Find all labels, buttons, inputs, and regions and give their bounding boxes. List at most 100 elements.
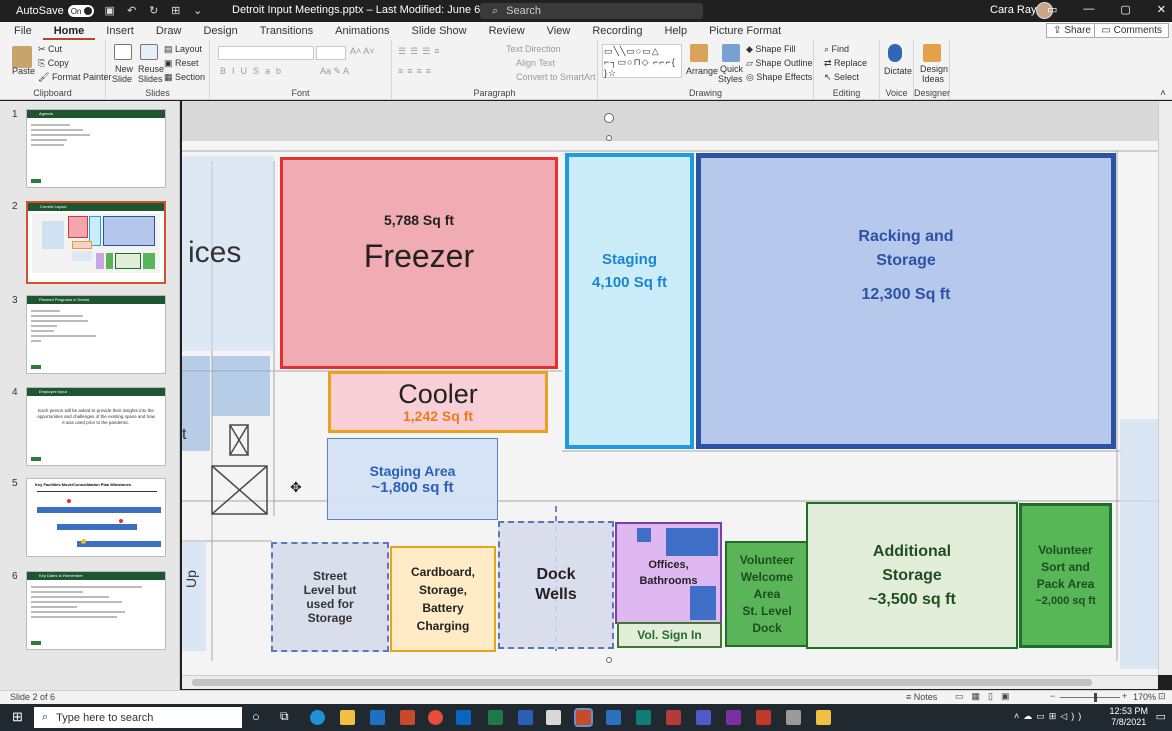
reuse-label-2[interactable]: Slides bbox=[138, 74, 163, 84]
dictate-button[interactable]: Dictate bbox=[884, 66, 912, 76]
tab-review[interactable]: Review bbox=[478, 22, 536, 40]
zoom-slider[interactable] bbox=[1060, 697, 1120, 698]
slide-thumbnail-2[interactable]: Current Layout bbox=[26, 201, 166, 284]
word-icon[interactable] bbox=[518, 710, 533, 725]
view-buttons[interactable]: ▭▦▯▣ bbox=[955, 691, 1017, 702]
tab-animations[interactable]: Animations bbox=[324, 22, 400, 40]
ribbon-display-icon[interactable]: ▭ bbox=[1047, 3, 1057, 16]
resize-handle[interactable] bbox=[606, 135, 612, 141]
align-buttons[interactable]: ≡≡≡≡ bbox=[398, 66, 435, 76]
horizontal-scrollbar[interactable] bbox=[182, 675, 1158, 689]
zoom-in-icon[interactable]: + bbox=[1122, 691, 1127, 701]
copy-button[interactable]: ⎘ Copy bbox=[38, 58, 69, 69]
slide-thumbnail-6[interactable]: Key Dates to Remember bbox=[26, 571, 166, 650]
app-icon[interactable] bbox=[786, 710, 801, 725]
replace-button[interactable]: ⇄ Replace bbox=[824, 58, 867, 69]
reset-button[interactable]: ▣ Reset bbox=[164, 58, 199, 69]
shape-effects-button[interactable]: ◎ Shape Effects bbox=[746, 72, 812, 83]
zoom-slider-thumb[interactable] bbox=[1094, 693, 1097, 702]
format-painter-button[interactable]: 🖌 Format Painter bbox=[38, 72, 111, 83]
teams-icon[interactable] bbox=[696, 710, 711, 725]
store-icon[interactable] bbox=[546, 710, 561, 725]
fit-slide-icon[interactable]: ⊡ bbox=[1158, 691, 1166, 702]
design-ideas-label-1[interactable]: Design bbox=[920, 64, 948, 74]
find-button[interactable]: ⌕ Find bbox=[824, 44, 849, 55]
shape-outline-button[interactable]: ▱ Shape Outline bbox=[746, 58, 812, 69]
sort-pack-zone[interactable]: Volunteer Sort and Pack Area ~2,000 sq f… bbox=[1019, 503, 1112, 648]
taskbar-search[interactable]: ⌕ Type here to search bbox=[34, 707, 242, 728]
quick-styles-label-1[interactable]: Quick bbox=[720, 64, 743, 74]
internet-explorer-icon[interactable] bbox=[370, 710, 385, 725]
tab-help[interactable]: Help bbox=[653, 22, 698, 40]
volunteer-welcome-zone[interactable]: Volunteer Welcome Area St. Level Dock bbox=[725, 541, 809, 647]
vertical-scrollbar[interactable] bbox=[1158, 101, 1172, 675]
access-icon[interactable] bbox=[666, 710, 681, 725]
additional-storage-zone[interactable]: Additional Storage ~3,500 sq ft bbox=[806, 502, 1018, 649]
reuse-slides-icon[interactable] bbox=[140, 44, 158, 60]
publisher-icon[interactable] bbox=[636, 710, 651, 725]
notes-button[interactable]: ≡ Notes bbox=[906, 692, 937, 702]
microphone-icon[interactable] bbox=[888, 44, 902, 62]
autosave[interactable]: AutoSave On bbox=[16, 5, 94, 17]
tab-home[interactable]: Home bbox=[42, 22, 96, 40]
staging-zone[interactable]: Staging 4,100 Sq ft bbox=[565, 153, 694, 449]
dock-wells-zone[interactable]: Dock Wells bbox=[498, 521, 614, 649]
rotate-handle-icon[interactable] bbox=[604, 113, 614, 123]
save-icon[interactable]: ▣ bbox=[104, 5, 116, 17]
racking-storage-zone[interactable]: Racking and Storage 12,300 Sq ft bbox=[696, 153, 1116, 449]
font-size-field[interactable] bbox=[316, 46, 346, 60]
tab-slide-show[interactable]: Slide Show bbox=[401, 22, 478, 40]
tab-transitions[interactable]: Transitions bbox=[249, 22, 324, 40]
minimize-icon[interactable]: — bbox=[1083, 3, 1094, 16]
zoom-level[interactable]: 170% bbox=[1133, 692, 1156, 702]
app-icon[interactable] bbox=[606, 710, 621, 725]
new-slide-icon[interactable] bbox=[114, 44, 132, 60]
convert-smartart-button[interactable]: Convert to SmartArt bbox=[516, 72, 596, 82]
design-ideas-label-2[interactable]: Ideas bbox=[922, 74, 944, 84]
cooler-zone[interactable]: Cooler 1,242 Sq ft bbox=[328, 371, 548, 433]
cortana-icon[interactable]: ○ bbox=[252, 709, 260, 724]
staging-area-zone[interactable]: Staging Area ~1,800 sq ft bbox=[327, 438, 498, 520]
clock[interactable]: 12:53 PM 7/8/2021 bbox=[1109, 706, 1148, 728]
redo-icon[interactable]: ↻ bbox=[148, 5, 160, 17]
onenote-icon[interactable] bbox=[726, 710, 741, 725]
offices-zone[interactable]: Offices, Bathrooms bbox=[615, 522, 722, 624]
zoom-out-icon[interactable]: − bbox=[1050, 691, 1055, 701]
font-color-buttons[interactable]: Aa ✎ A bbox=[320, 66, 349, 77]
windows-start-icon[interactable]: ⊞ bbox=[12, 709, 23, 725]
customize-toolbar-icon[interactable]: ⌄ bbox=[192, 5, 204, 17]
font-size-buttons[interactable]: A˄ A˅ bbox=[350, 46, 375, 56]
resize-handle[interactable] bbox=[606, 657, 612, 663]
app-icon[interactable] bbox=[400, 710, 415, 725]
slide-thumbnail-3[interactable]: Planned Programs in Detroit bbox=[26, 295, 166, 374]
select-button[interactable]: ↖ Select bbox=[824, 72, 859, 83]
section-button[interactable]: ▦ Section bbox=[164, 72, 205, 83]
tab-picture-format[interactable]: Picture Format bbox=[698, 22, 792, 40]
freezer-zone[interactable]: 5,788 Sq ft Freezer bbox=[280, 157, 558, 369]
slide-canvas[interactable]: ices Up t 5,788 Sq ft Freezer Cooler 1,2… bbox=[182, 101, 1158, 675]
arrange-icon[interactable] bbox=[690, 44, 708, 62]
design-ideas-icon[interactable] bbox=[923, 44, 941, 62]
layout-button[interactable]: ▤ Layout bbox=[164, 44, 202, 55]
street-level-zone[interactable]: Street Level but used for Storage bbox=[271, 542, 389, 652]
new-slide-label-1[interactable]: New bbox=[115, 64, 133, 74]
slide-thumbnail-4[interactable]: Employee Input Each person will be asked… bbox=[26, 387, 166, 466]
text-direction-button[interactable]: Text Direction bbox=[506, 44, 561, 54]
app-icon[interactable] bbox=[756, 710, 771, 725]
tab-insert[interactable]: Insert bbox=[95, 22, 145, 40]
system-tray-icons[interactable]: ˄☁▭⊞◁)) bbox=[1014, 711, 1085, 722]
comments-button[interactable]: ▭ Comments bbox=[1094, 23, 1169, 38]
powerpoint-icon[interactable] bbox=[574, 708, 593, 727]
shapes-gallery[interactable]: ▭╲╲▭○▭△ ⌐┐▭○⊓◇ ⌐⌐⌐{ }☆ bbox=[602, 44, 682, 78]
cut-button[interactable]: ✂ Cut bbox=[38, 44, 62, 55]
collapse-ribbon-icon[interactable]: ˄ bbox=[1160, 88, 1166, 99]
tab-draw[interactable]: Draw bbox=[145, 22, 193, 40]
excel-icon[interactable] bbox=[488, 710, 503, 725]
slide-thumbnail-1[interactable]: Agenda bbox=[26, 109, 166, 188]
scroll-thumb[interactable] bbox=[192, 679, 1092, 686]
new-slide-label-2[interactable]: Slide bbox=[112, 74, 132, 84]
quick-styles-label-2[interactable]: Styles bbox=[718, 74, 743, 84]
presentation-icon[interactable]: ⊞ bbox=[170, 5, 182, 17]
paste-icon[interactable] bbox=[12, 46, 32, 68]
task-view-icon[interactable]: ⧉ bbox=[280, 709, 289, 724]
